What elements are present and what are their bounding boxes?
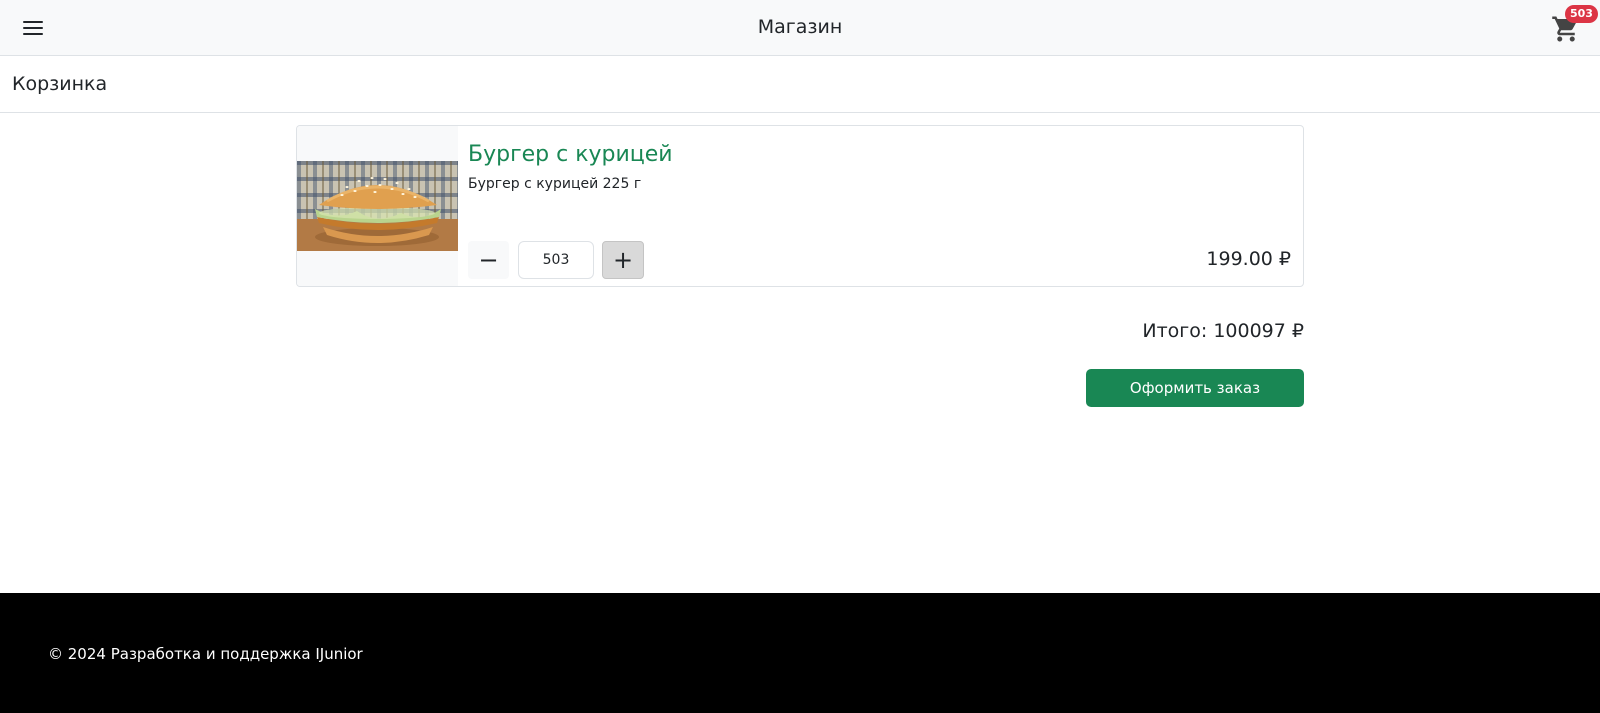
product-image — [297, 161, 458, 251]
quantity-input[interactable] — [518, 241, 594, 279]
burger-image-svg — [297, 161, 458, 251]
footer: © 2024 Разработка и поддержка IJunior — [0, 593, 1600, 713]
decrease-quantity-button[interactable]: − — [468, 241, 509, 279]
top-navbar: Магазин — [0, 0, 1600, 56]
product-name[interactable]: Бургер с курицей — [468, 142, 673, 167]
page-header: Корзинка — [0, 56, 1600, 113]
increase-quantity-button[interactable]: + — [602, 241, 644, 279]
product-description: Бургер с курицей 225 г — [468, 176, 642, 192]
footer-copyright: © 2024 Разработка и поддержка IJunior — [48, 645, 363, 663]
page-title: Корзинка — [12, 73, 108, 95]
checkout-button[interactable]: Оформить заказ — [1086, 369, 1304, 407]
cart-count-badge: 503 — [1565, 5, 1598, 23]
cart-total: Итого: 100097 ₽ — [1142, 320, 1304, 342]
brand-title[interactable]: Магазин — [0, 16, 1600, 38]
item-price: 199.00 ₽ — [1206, 248, 1291, 270]
cart-item-card: Бургер с курицей Бургер с курицей 225 г … — [296, 125, 1304, 287]
product-image-area — [297, 126, 458, 286]
